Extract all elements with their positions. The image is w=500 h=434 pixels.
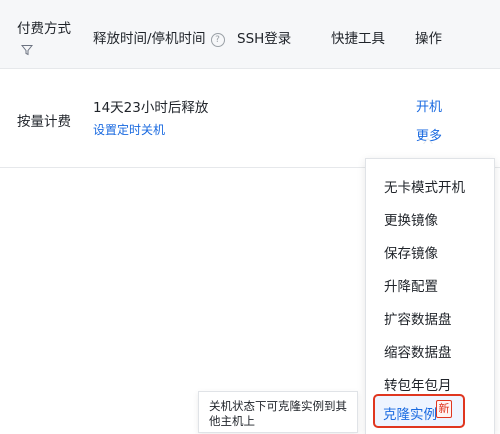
menu-item-change-image[interactable]: 更换镜像	[384, 209, 438, 229]
release-time-header: 释放时间/停机时间?	[93, 27, 225, 47]
more-dropdown-menu: 无卡模式开机 更换镜像 保存镜像 升降配置 扩容数据盘 缩容数据盘 转包年包月	[365, 158, 495, 434]
billing-cell: 按量计费	[17, 114, 71, 130]
release-time-cell: 14天23小时后释放	[93, 100, 209, 116]
menu-item-shrink-disk[interactable]: 缩容数据盘	[384, 341, 452, 361]
billing-header: 付费方式	[17, 21, 71, 37]
help-icon[interactable]: ?	[210, 33, 225, 47]
release-time-header-label: 释放时间/停机时间	[93, 31, 206, 47]
ssh-header: SSH登录	[237, 31, 292, 47]
tooltip-text: 关机状态下可克隆实例到其他主机上	[209, 399, 347, 428]
start-link[interactable]: 开机	[416, 96, 442, 115]
menu-item-clone-instance[interactable]: 克隆实例	[383, 403, 437, 423]
menu-caret	[424, 139, 432, 144]
clone-tooltip: 关机状态下可克隆实例到其他主机上	[198, 391, 358, 433]
menu-item-expand-disk[interactable]: 扩容数据盘	[384, 308, 452, 328]
schedule-shutdown-link[interactable]: 设置定时关机	[93, 121, 165, 138]
new-badge: 新	[436, 400, 452, 418]
actions-header: 操作	[415, 31, 442, 47]
filter-icon[interactable]	[20, 41, 34, 56]
menu-item-resize-config[interactable]: 升降配置	[384, 275, 438, 295]
menu-item-cardless-start[interactable]: 无卡模式开机	[384, 176, 465, 196]
menu-item-save-image[interactable]: 保存镜像	[384, 242, 438, 262]
table-header: 付费方式 释放时间/停机时间? SSH登录 快捷工具 操作	[0, 0, 500, 69]
menu-item-convert-subscription[interactable]: 转包年包月	[384, 374, 452, 394]
tools-header: 快捷工具	[331, 31, 385, 47]
